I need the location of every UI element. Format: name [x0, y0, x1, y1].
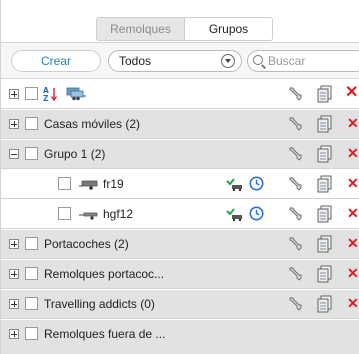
- row-checkbox[interactable]: [25, 237, 38, 250]
- sort-az-icon[interactable]: A Z: [43, 86, 59, 103]
- search-placeholder: Buscar: [268, 54, 306, 68]
- search-input[interactable]: Buscar: [247, 50, 359, 72]
- row-checkbox[interactable]: [25, 327, 38, 340]
- delete-icon[interactable]: ✕: [347, 144, 359, 162]
- wrench-icon[interactable]: [287, 296, 303, 312]
- svg-text:Z: Z: [43, 94, 49, 102]
- expand-icon[interactable]: [9, 239, 19, 249]
- delete-icon[interactable]: ✕: [345, 84, 359, 102]
- document-icon[interactable]: [317, 205, 333, 223]
- search-icon: [253, 55, 263, 65]
- group-row[interactable]: Portacoches (2) ✕: [1, 230, 359, 259]
- group-label: Portacoches (2): [44, 237, 129, 251]
- wrench-icon[interactable]: [287, 176, 303, 192]
- row-checkbox[interactable]: [25, 117, 38, 130]
- group-label: Remolques fuera de ...: [44, 327, 166, 341]
- unit-row[interactable]: fr19 ✕: [1, 170, 359, 199]
- delete-icon[interactable]: ✕: [347, 204, 359, 222]
- document-icon[interactable]: [317, 145, 333, 163]
- create-button[interactable]: Crear: [11, 50, 101, 72]
- delete-icon[interactable]: ✕: [347, 174, 359, 192]
- chevron-down-icon: [221, 54, 235, 68]
- wrench-icon[interactable]: [287, 86, 303, 102]
- group-row[interactable]: Remolques portacoc... ✕: [1, 260, 359, 289]
- tab-grupos[interactable]: Grupos: [185, 18, 272, 40]
- delete-icon[interactable]: ✕: [347, 264, 359, 282]
- group-label: Casas móviles (2): [44, 117, 141, 131]
- filter-select[interactable]: Todos: [108, 50, 242, 72]
- unit-label: hgf12: [103, 207, 134, 221]
- row-checkbox[interactable]: [25, 297, 38, 310]
- group-label: Travelling addicts (0): [44, 297, 155, 311]
- row-checkbox[interactable]: [58, 177, 71, 190]
- wrench-icon[interactable]: [287, 116, 303, 132]
- group-row[interactable]: Travelling addicts (0) ✕: [1, 290, 359, 319]
- toolbar: Crear Todos Buscar: [1, 43, 359, 79]
- collapse-icon[interactable]: [9, 149, 19, 159]
- units-panel: Remolques Grupos Crear Todos Buscar A Z: [0, 0, 359, 354]
- delete-icon[interactable]: ✕: [347, 114, 359, 132]
- select-all-checkbox[interactable]: [25, 87, 38, 100]
- wrench-icon[interactable]: [287, 266, 303, 282]
- group-row[interactable]: Grupo 1 (2) ✕: [1, 140, 359, 169]
- delete-icon[interactable]: ✕: [347, 234, 359, 252]
- trailer-icon: [79, 179, 99, 190]
- key-icon[interactable]: [226, 207, 244, 222]
- header-row: A Z ✕: [1, 80, 359, 109]
- expand-icon[interactable]: [9, 269, 19, 279]
- tabs-bar: Remolques Grupos: [1, 0, 359, 43]
- unit-label: fr19: [103, 177, 124, 191]
- delete-icon[interactable]: ✕: [347, 294, 359, 312]
- trailer-icon: [79, 209, 99, 220]
- document-icon[interactable]: [317, 235, 333, 253]
- expand-icon[interactable]: [9, 299, 19, 309]
- document-icon[interactable]: [317, 265, 333, 283]
- wrench-icon[interactable]: [287, 206, 303, 222]
- clock-icon[interactable]: [249, 176, 264, 191]
- wrench-icon[interactable]: [287, 236, 303, 252]
- group-row[interactable]: Casas móviles (2) ✕: [1, 110, 359, 139]
- tab-remolques[interactable]: Remolques: [97, 18, 185, 40]
- group-row[interactable]: Remolques fuera de ...: [1, 320, 359, 354]
- expand-icon[interactable]: [9, 119, 19, 129]
- expand-icon[interactable]: [9, 329, 19, 339]
- row-checkbox[interactable]: [25, 147, 38, 160]
- document-icon[interactable]: [317, 295, 333, 313]
- unit-row[interactable]: hgf12 ✕: [1, 200, 359, 229]
- filter-select-value: Todos: [119, 54, 152, 68]
- expand-all-icon[interactable]: [9, 89, 19, 99]
- row-checkbox[interactable]: [25, 267, 38, 280]
- trailer-group-icon[interactable]: [65, 87, 87, 101]
- clock-icon[interactable]: [249, 206, 264, 221]
- wrench-icon[interactable]: [287, 146, 303, 162]
- tab-switch: Remolques Grupos: [96, 17, 273, 41]
- document-icon[interactable]: [317, 85, 333, 103]
- document-icon[interactable]: [317, 115, 333, 133]
- key-icon[interactable]: [226, 177, 244, 192]
- document-icon[interactable]: [317, 175, 333, 193]
- group-label: Grupo 1 (2): [44, 147, 106, 161]
- row-checkbox[interactable]: [58, 207, 71, 220]
- group-label: Remolques portacoc...: [44, 267, 165, 281]
